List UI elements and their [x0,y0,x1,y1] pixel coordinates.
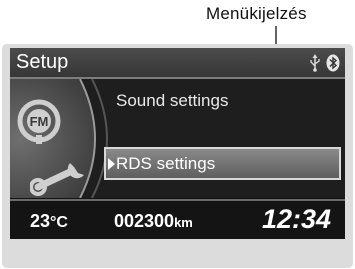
menu-list: FM Sound settings RDS settings [10,79,345,198]
menu-item-label: RDS settings [116,154,216,173]
outside-temperature: 23°C [30,211,68,231]
fm-radio-icon: FM [17,99,61,144]
menu-item-sound-settings[interactable]: Sound settings [116,91,228,111]
page-title: Setup [16,51,69,73]
bluetooth-icon [326,54,340,72]
clock: 12:34 [262,204,332,234]
header-bar: Setup [10,48,345,79]
instrument-display: Setup FM Sound settings RDS settings 23°… [10,48,345,239]
usb-icon [310,54,320,72]
wrench-icon [30,163,84,196]
svg-text:FM: FM [30,114,49,129]
odometer: 002300km [114,211,193,231]
selection-arrow-icon [108,158,115,170]
callout-label: Menükijelzés [206,4,307,23]
status-bar: 23°C 002300km 12:34 [10,199,345,239]
menu-item-rds-settings[interactable]: RDS settings [104,147,341,180]
